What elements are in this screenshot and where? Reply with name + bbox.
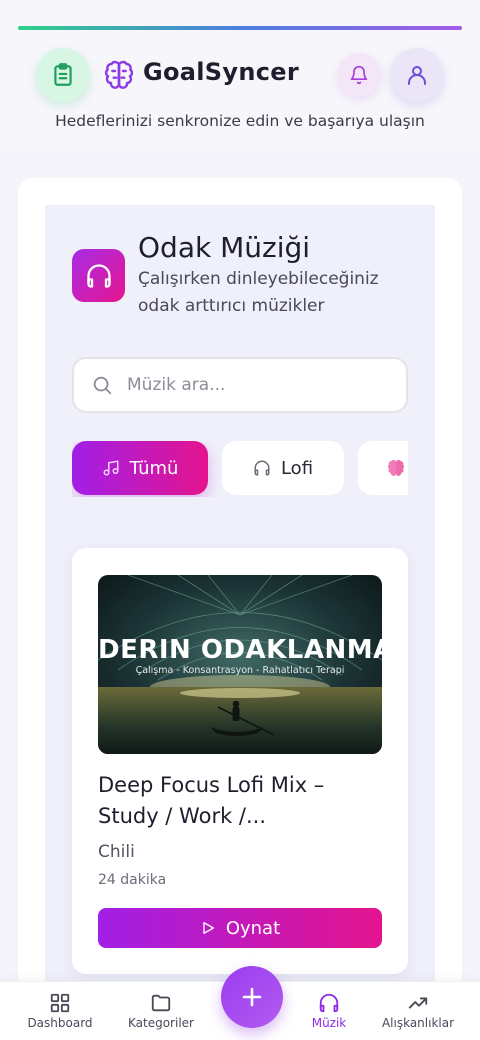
filter-chip-all[interactable]: Tümü [72,441,208,495]
add-button[interactable] [221,966,283,1028]
thumbnail-title: DERIN ODAKLANMA [98,635,382,665]
nav-item-categories[interactable]: Kategoriler [121,982,201,1040]
filter-chip-lofi[interactable]: Lofi [222,441,344,495]
nav-item-habits[interactable]: Alışkanlıklar [378,982,458,1040]
profile-button[interactable] [390,48,444,102]
plus-icon [242,987,262,1007]
nav-label: Alışkanlıklar [381,1016,455,1030]
filter-chips: Tümü Lofi [72,441,408,497]
section-subtitle: Çalışırken dinleyebileceğiniz odak arttı… [138,269,379,316]
clipboard-icon [54,63,72,86]
track-title: Deep Focus Lofi Mix – Study / Work /... [98,773,325,828]
brain-icon [387,459,405,476]
notifications-button[interactable] [337,53,381,97]
nav-item-dashboard[interactable]: Dashboard [20,982,100,1040]
headphones-icon [86,263,111,288]
track-artist: Chili [98,842,135,862]
trending-up-icon [408,997,428,1009]
filter-chip-focus[interactable] [358,441,408,495]
dashboard-grid-icon [50,993,70,1013]
nav-label: Müzik [311,1016,347,1030]
nav-label: Kategoriler [128,1016,194,1030]
search-icon [93,376,112,395]
goals-clipboard-button[interactable] [36,48,90,102]
section-title: Odak Müziği [138,231,311,264]
section-icon-tile [72,249,125,302]
play-label: Oynat [225,917,281,939]
music-note-icon [103,460,119,476]
track-thumbnail[interactable]: DERIN ODAKLANMA Çalışma - Konsantrasyon … [98,575,382,754]
app-title: GoalSyncer [143,58,299,86]
play-button[interactable]: Oynat [98,908,382,948]
headphones-icon [319,993,339,1013]
play-icon [203,922,214,934]
user-icon [408,66,426,85]
filter-chip-label: Tümü [129,457,179,479]
headphones-icon [254,460,270,476]
folder-icon [151,994,171,1012]
nav-label: Dashboard [27,1016,93,1030]
nav-item-music[interactable]: Müzik [300,982,358,1040]
search-field[interactable] [72,357,408,413]
progress-line [18,26,462,30]
search-input[interactable] [127,375,387,395]
track-duration: 24 dakika [98,872,167,888]
thumbnail-subtitle: Çalışma - Konsantrasyon - Rahatlatıcı Te… [135,665,345,676]
brain-logo-icon [104,60,134,89]
bell-icon [350,65,368,85]
filter-chip-label: Lofi [280,457,314,479]
tagline: Hedeflerinizi senkronize edin ve başarıy… [55,112,425,130]
